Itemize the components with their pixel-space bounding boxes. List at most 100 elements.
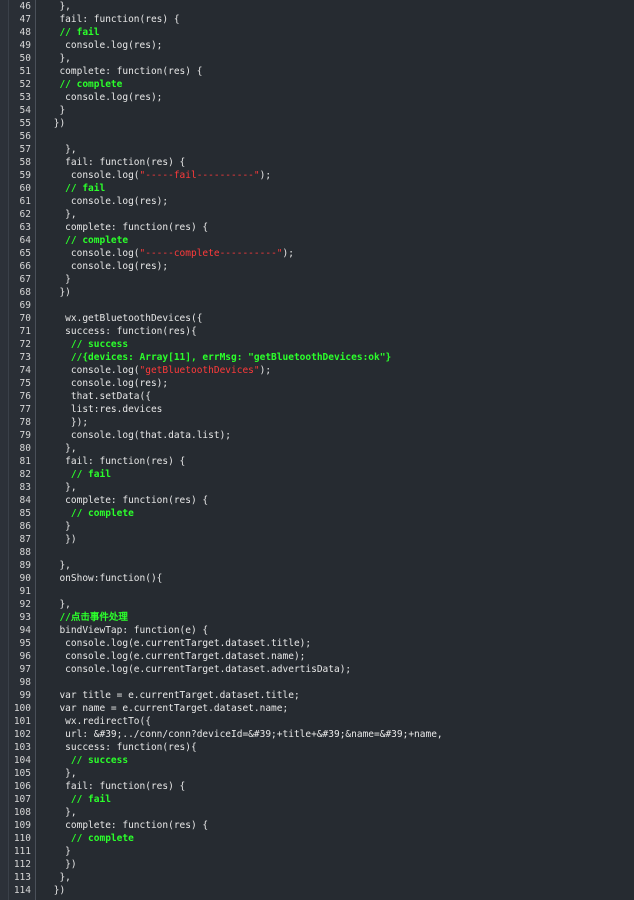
code-text: console.log(that.data.list); [48,430,232,441]
code-line[interactable]: // success [36,754,634,767]
line-number: 94 [19,625,31,636]
code-line[interactable]: wx.redirectTo({ [36,715,634,728]
code-line[interactable]: console.log(that.data.list); [36,429,634,442]
line-number: 102 [13,729,31,740]
code-line[interactable]: }, [36,598,634,611]
code-line[interactable]: fail: function(res) { [36,780,634,793]
code-line[interactable]: console.log("-----complete----------"); [36,247,634,260]
code-line[interactable]: complete: function(res) { [36,819,634,832]
line-number: 56 [19,131,31,142]
code-text: success: function(res){ [48,742,197,753]
code-line[interactable]: }, [36,871,634,884]
code-line[interactable]: } [36,845,634,858]
code-line[interactable]: } [36,104,634,117]
line-number: 100 [13,703,31,714]
code-string: "-----fail----------" [139,170,260,181]
code-line[interactable]: // fail [36,793,634,806]
code-line[interactable]: // fail [36,182,634,195]
code-line[interactable]: // complete [36,507,634,520]
code-line[interactable] [36,546,634,559]
line-number: 108 [13,807,31,818]
line-number: 87 [19,534,31,545]
code-line[interactable]: that.setData({ [36,390,634,403]
code-line[interactable]: success: function(res){ [36,741,634,754]
line-number: 54 [19,105,31,116]
code-comment: // success [48,339,129,350]
code-line[interactable]: console.log(res); [36,91,634,104]
code-line[interactable]: } [36,520,634,533]
code-line[interactable] [36,585,634,598]
code-line[interactable]: }, [36,52,634,65]
code-line[interactable]: }) [36,858,634,871]
code-text: console.log(e.currentTarget.dataset.titl… [48,638,312,649]
code-line[interactable]: console.log(res); [36,260,634,273]
code-line[interactable]: var name = e.currentTarget.dataset.name; [36,702,634,715]
line-number: 107 [13,794,31,805]
code-line[interactable]: fail: function(res) { [36,13,634,26]
code-line[interactable]: }, [36,0,634,13]
code-line[interactable]: // fail [36,468,634,481]
code-line[interactable]: }, [36,143,634,156]
code-line[interactable]: var title = e.currentTarget.dataset.titl… [36,689,634,702]
code-text: ); [259,365,272,376]
code-line[interactable]: }) [36,117,634,130]
code-line[interactable]: }); [36,416,634,429]
code-line[interactable] [36,299,634,312]
code-line[interactable] [36,130,634,143]
line-number: 93 [19,612,31,623]
line-number: 59 [19,170,31,181]
code-line[interactable]: success: function(res){ [36,325,634,338]
line-number: 52 [19,79,31,90]
code-line[interactable]: //点击事件处理 [36,611,634,624]
code-comment: // fail [48,469,111,480]
line-number: 58 [19,157,31,168]
code-line[interactable]: wx.getBluetoothDevices({ [36,312,634,325]
code-line[interactable]: console.log("getBluetoothDevices"); [36,364,634,377]
code-line[interactable]: url: &#39;../conn/conn?deviceId=&#39;+ti… [36,728,634,741]
code-text: url: &#39;../conn/conn?deviceId=&#39;+ti… [48,729,443,740]
code-line[interactable]: // complete [36,234,634,247]
code-line[interactable]: onShow:function(){ [36,572,634,585]
code-text: } [48,274,71,285]
code-text: onShow:function(){ [48,573,163,584]
code-line[interactable] [36,676,634,689]
code-line[interactable]: // complete [36,78,634,91]
code-line[interactable]: list:res.devices [36,403,634,416]
line-number: 57 [19,144,31,155]
code-line[interactable]: //{devices: Array[11], errMsg: "getBluet… [36,351,634,364]
code-line[interactable]: console.log("-----fail----------"); [36,169,634,182]
code-line[interactable]: }) [36,884,634,897]
line-number: 92 [19,599,31,610]
code-line[interactable]: }, [36,806,634,819]
code-line[interactable]: console.log(e.currentTarget.dataset.name… [36,650,634,663]
code-line[interactable]: // complete [36,832,634,845]
code-line[interactable]: complete: function(res) { [36,494,634,507]
code-line[interactable]: console.log(e.currentTarget.dataset.adve… [36,663,634,676]
code-line[interactable]: console.log(res); [36,377,634,390]
code-line[interactable]: }) [36,286,634,299]
code-line[interactable]: }, [36,208,634,221]
code-line[interactable]: }, [36,481,634,494]
code-line[interactable]: console.log(res); [36,195,634,208]
code-line[interactable]: console.log(e.currentTarget.dataset.titl… [36,637,634,650]
code-line[interactable]: }, [36,559,634,572]
code-line[interactable]: // fail [36,26,634,39]
code-line[interactable]: fail: function(res) { [36,156,634,169]
code-line[interactable]: // success [36,338,634,351]
code-line[interactable]: fail: function(res) { [36,455,634,468]
line-number: 114 [13,885,31,896]
code-editor: 46 47 48 49 50 51 52 53 54 55 56 57 58 59 60 61 62 63 64 65… [0,0,634,900]
code-line[interactable]: }) [36,533,634,546]
code-line[interactable]: complete: function(res) { [36,65,634,78]
code-line[interactable]: } [36,273,634,286]
code-line[interactable]: }, [36,442,634,455]
line-number: 91 [19,586,31,597]
code-line[interactable]: bindViewTap: function(e) { [36,624,634,637]
code-line[interactable]: console.log(res); [36,39,634,52]
line-number: 85 [19,508,31,519]
code-line[interactable]: complete: function(res) { [36,221,634,234]
code-line[interactable]: }, [36,767,634,780]
line-number: 70 [19,313,31,324]
code-area[interactable]: }, fail: function(res) { // fail console… [36,0,634,900]
code-comment: // fail [48,794,111,805]
